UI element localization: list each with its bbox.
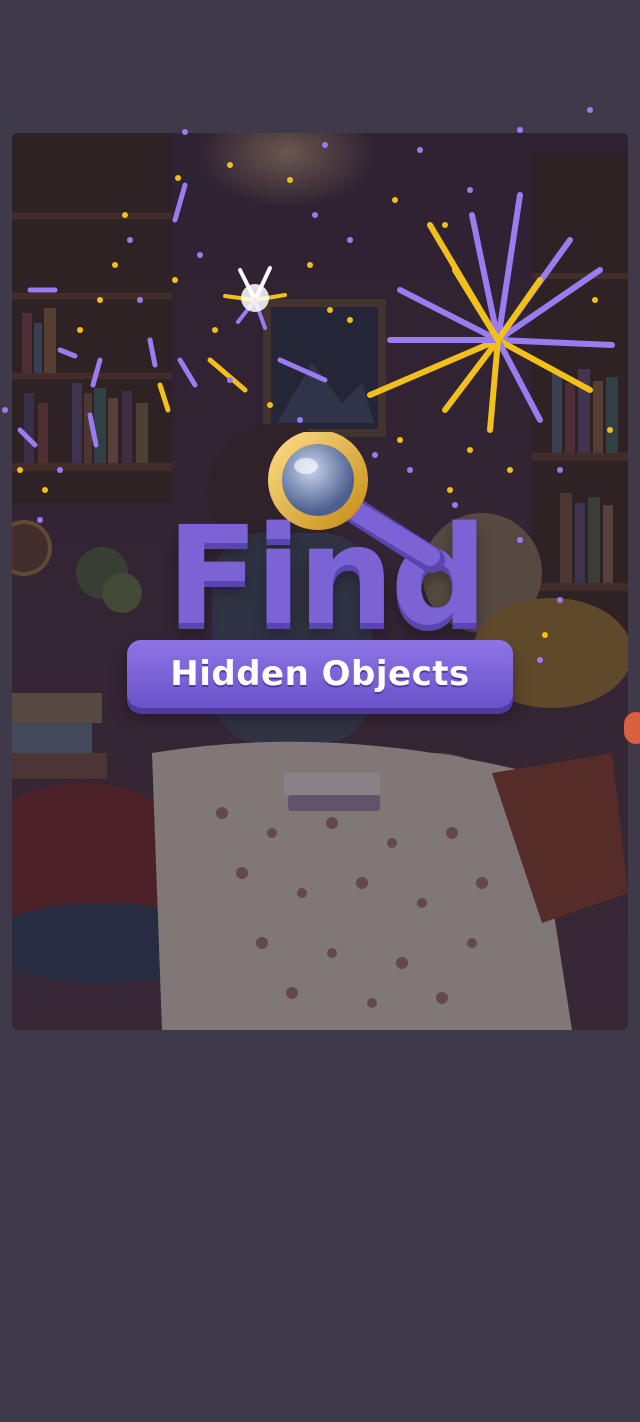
edge-indicator — [624, 712, 640, 744]
subtitle-banner: Hidden Objects — [127, 640, 513, 708]
magnifying-glass-icon — [268, 432, 445, 573]
game-subtitle: Hidden Objects — [170, 654, 470, 694]
splash-screen: Find Hidden Objects — [0, 0, 640, 1422]
